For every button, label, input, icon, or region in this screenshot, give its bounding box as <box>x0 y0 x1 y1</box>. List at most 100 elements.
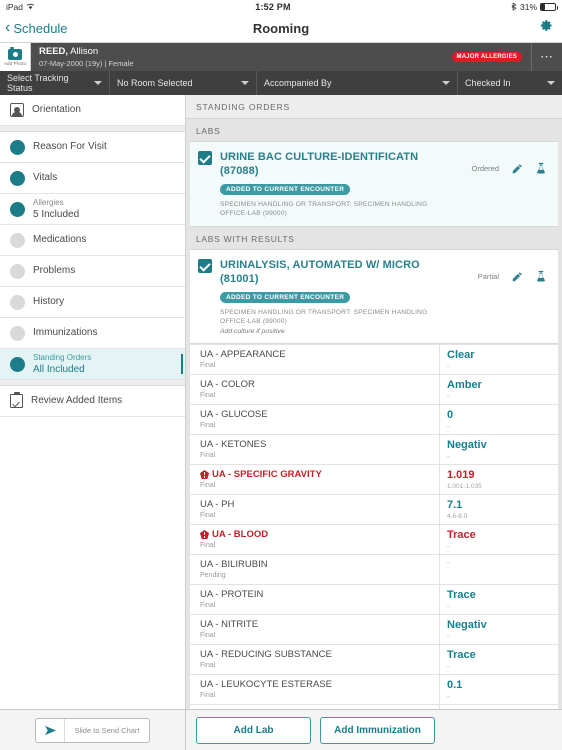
result-reference-range: - <box>447 423 450 430</box>
table-row[interactable]: UA - GLUCOSE Final 0- <box>190 404 558 434</box>
result-state: Final <box>200 482 216 489</box>
lab-details: URINALYSIS, AUTOMATED W/ MICRO (81001) A… <box>212 258 451 335</box>
result-label: UA - BLOOD <box>200 528 439 541</box>
result-name-cell: UA - GLUCOSE Final <box>190 405 440 434</box>
result-name-cell: UA - LEUKOCYTE ESTERASE Final <box>190 675 440 704</box>
patient-info[interactable]: REED, Allison 07-May-2000 (19y) | Female <box>31 43 452 71</box>
tracking-status-dropdown[interactable]: Select Tracking Status <box>0 71 110 95</box>
sidebar-item-label: Medications <box>33 234 87 245</box>
sidebar-item-review-added-items[interactable]: Review Added Items <box>0 386 185 417</box>
result-label: UA - COLOR <box>200 378 439 391</box>
result-value: Trace <box>447 529 476 541</box>
send-chart-area: Slide to Send Chart <box>0 710 186 750</box>
result-reference-range: 1.001-1.035 <box>447 483 482 490</box>
status-dot-empty-icon <box>10 325 25 341</box>
result-state: Final <box>200 512 216 519</box>
result-reference-range: - <box>447 559 450 566</box>
table-row[interactable]: UA - REDUCING SUBSTANCE Final Trace - <box>190 644 558 674</box>
lab-title[interactable]: URINALYSIS, AUTOMATED W/ MICRO (81001) <box>220 258 451 286</box>
filter-bar: Select Tracking Status No Room Selected … <box>0 71 562 95</box>
flask-icon[interactable] <box>535 270 547 283</box>
result-name-cell: UA - PH Final <box>190 495 440 524</box>
lab-row: URINALYSIS, AUTOMATED W/ MICRO (81001) A… <box>190 250 558 343</box>
add-lab-button[interactable]: Add Lab <box>196 716 311 744</box>
result-value: Trace <box>447 589 476 601</box>
result-name-cell: UA - KETONES Final <box>190 435 440 464</box>
lab-title[interactable]: URINE BAC CULTURE-IDENTIFICATN (87088) <box>220 150 451 178</box>
table-row[interactable]: UA - NITRITE Final Negativ - <box>190 614 558 644</box>
lab-specimen-handling: SPECIMEN HANDLING OR TRANSPORT: SPECIMEN… <box>220 201 428 217</box>
status-dot-empty-icon <box>10 294 25 310</box>
result-value-cell: Clear - <box>440 345 558 374</box>
table-row[interactable]: UA - COLOR Final Amber - <box>190 374 558 404</box>
sidebar-item-label: Reason For Visit <box>33 141 107 152</box>
lab-checkbox[interactable] <box>198 259 212 273</box>
sidebar-item-label: Review Added Items <box>31 395 123 406</box>
result-value-cell: Negativ - <box>440 615 558 644</box>
wifi-icon <box>26 2 35 12</box>
bluetooth-icon <box>511 2 517 13</box>
flask-icon[interactable] <box>535 162 547 175</box>
result-label-text: UA - BLOOD <box>212 529 269 540</box>
pencil-icon[interactable] <box>511 163 523 175</box>
sidebar-item-medications[interactable]: Medications <box>0 225 185 256</box>
add-immunization-button[interactable]: Add Immunization <box>320 716 435 744</box>
lab-actions <box>499 150 552 175</box>
status-dot-filled-icon <box>10 201 25 217</box>
result-value: Clear <box>447 349 475 361</box>
back-to-schedule-button[interactable]: ‹ Schedule <box>0 20 68 36</box>
patient-name: REED, Allison <box>39 46 452 58</box>
table-row[interactable]: UA - BLOOD Final Trace - <box>190 524 558 554</box>
lab-note: Add culture if positive <box>220 328 285 335</box>
status-dot-filled-icon <box>10 170 25 186</box>
table-row[interactable]: UA - LEUKOCYTE ESTERASE Final 0.1 - <box>190 674 558 704</box>
section-header-standing-orders: STANDING ORDERS <box>186 95 562 119</box>
sidebar-item-immunizations[interactable]: Immunizations <box>0 318 185 349</box>
checked-in-label: Checked In <box>465 78 511 88</box>
lab-checkbox[interactable] <box>198 151 212 165</box>
patient-more-button[interactable]: ⋯ <box>531 43 562 71</box>
chevron-down-icon <box>442 81 450 85</box>
slide-to-send-chart[interactable]: Slide to Send Chart <box>35 717 150 743</box>
result-state: Final <box>200 662 216 669</box>
sidebar-item-problems[interactable]: Problems <box>0 256 185 287</box>
lab-result-card: URINALYSIS, AUTOMATED W/ MICRO (81001) A… <box>190 249 558 344</box>
lab-order-card: URINE BAC CULTURE-IDENTIFICATN (87088) A… <box>190 141 558 227</box>
result-reference-range: - <box>447 603 450 610</box>
sidebar-item-allergies[interactable]: Allergies 5 Included <box>0 194 185 225</box>
table-row[interactable]: UA - PROTEIN Final Trace - <box>190 584 558 614</box>
table-row[interactable]: UA - PH Final 7.1 4.6-8.0 <box>190 494 558 524</box>
sidebar-item-vitals[interactable]: Vitals <box>0 163 185 194</box>
major-allergies-badge[interactable]: MAJOR ALLERGIES <box>451 52 522 62</box>
table-row[interactable]: UA - SPECIFIC GRAVITY Final 1.019 1.001-1.0… <box>190 464 558 494</box>
result-name-cell: UA - COLOR Final <box>190 375 440 404</box>
result-value-cell: 1.019 1.001-1.035 <box>440 465 558 494</box>
add-photo-button[interactable]: Add Photo <box>0 43 31 71</box>
abnormal-alert-icon <box>200 470 209 479</box>
patient-demographics: 07-May-2000 (19y) | Female <box>39 58 134 68</box>
result-label: UA - KETONES <box>200 438 439 451</box>
lab-row: URINE BAC CULTURE-IDENTIFICATN (87088) A… <box>190 142 558 226</box>
sidebar-item-reason-for-visit[interactable]: Reason For Visit <box>0 132 185 163</box>
table-row[interactable]: UA - KETONES Final Negativ - <box>190 434 558 464</box>
abnormal-alert-icon <box>200 530 209 539</box>
result-label-text: UA - REDUCING SUBSTANCE <box>200 649 332 660</box>
accompanied-by-dropdown[interactable]: Accompanied By <box>257 71 458 95</box>
sidebar-item-orientation[interactable]: Orientation <box>0 95 185 126</box>
settings-button[interactable] <box>538 18 562 38</box>
sidebar-item-history[interactable]: History <box>0 287 185 318</box>
accompanied-by-label: Accompanied By <box>264 78 332 88</box>
content-panel: STANDING ORDERS LABS URINE BAC CULTURE-I… <box>186 95 562 709</box>
room-dropdown[interactable]: No Room Selected <box>110 71 257 95</box>
added-to-encounter-badge: ADDED TO CURRENT ENCOUNTER <box>220 292 351 303</box>
lab-status: Partial <box>477 272 499 281</box>
result-name-cell: UA - SPECIFIC GRAVITY Final <box>190 465 440 494</box>
pencil-icon[interactable] <box>511 271 523 283</box>
table-row[interactable]: UA - APPEARANCE Final Clear - <box>190 344 558 374</box>
clipboard-check-icon <box>10 391 23 408</box>
result-state: Final <box>200 452 216 459</box>
checked-in-dropdown[interactable]: Checked In <box>458 71 562 95</box>
table-row[interactable]: UA - BILIRUBIN Pending - <box>190 554 558 584</box>
sidebar-item-standing-orders[interactable]: Standing Orders All Included <box>0 349 185 380</box>
slide-label: Slide to Send Chart <box>74 725 140 735</box>
